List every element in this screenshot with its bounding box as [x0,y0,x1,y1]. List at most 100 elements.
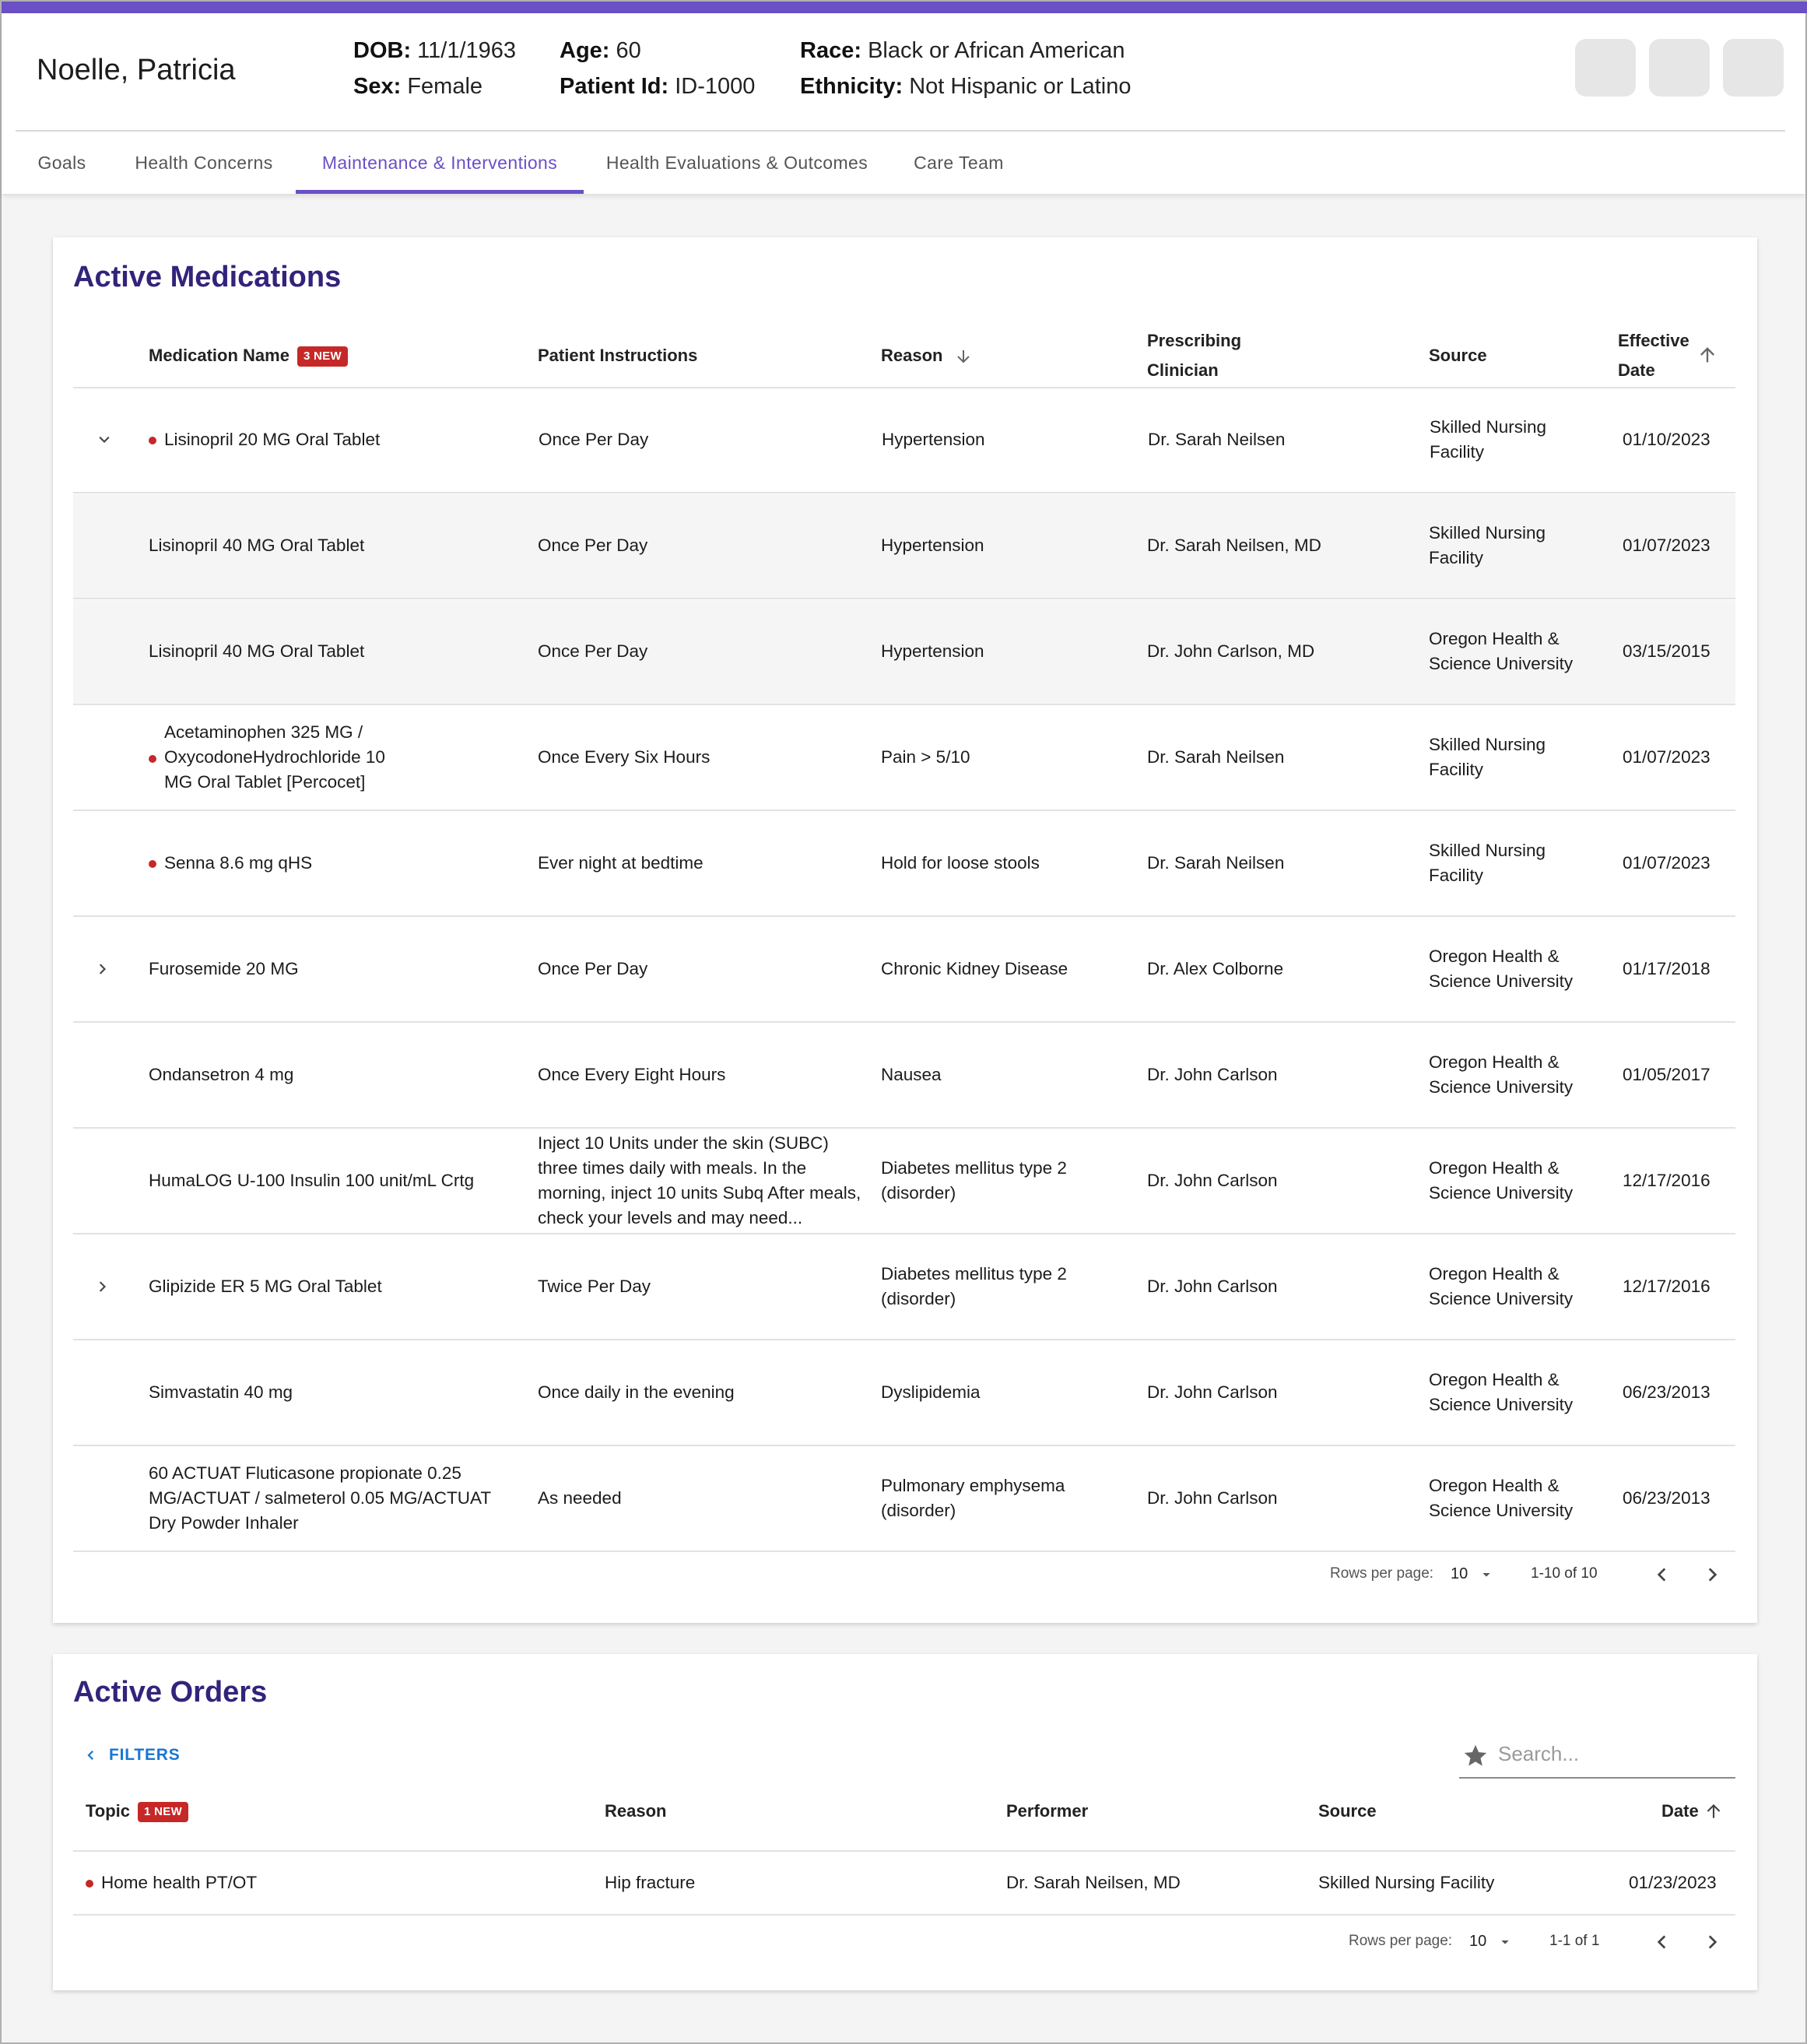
tab-health-concerns[interactable]: Health Concerns [122,132,286,194]
medication-name: Furosemide 20 MG [149,959,299,978]
patient-instructions: Once Every Eight Hours [538,1065,726,1084]
source: Oregon Health & Science University [1429,1264,1574,1308]
col-reason[interactable]: Reason [605,1796,666,1826]
patient-instructions: Once Every Six Hours [538,747,711,767]
source: Skilled Nursing Facility [1429,841,1546,885]
tab-care-team[interactable]: Care Team [904,132,1013,194]
medication-name: Lisinopril 20 MG Oral Tablet [149,427,380,452]
ethnicity-field: Ethnicity: Not Hispanic or Latino [800,74,1132,99]
pagination-range: 1-1 of 1 [1549,1933,1600,1949]
patient-header: Noelle, Patricia DOB: 11/1/1963 Sex: Fem… [2,13,1805,194]
star-icon [1464,1744,1487,1766]
top-accent-bar [2,2,1807,13]
table-row[interactable]: Lisinopril 40 MG Oral Tablet Once Per Da… [73,494,1735,599]
sort-arrow-down-icon [956,350,970,363]
table-row[interactable]: Furosemide 20 MG Once Per Day Chronic Ki… [73,918,1735,1023]
order-topic: Home health PT/OT [86,1870,257,1895]
prescribing-clinician: Dr. John Carlson [1147,1277,1278,1296]
source: Oregon Health & Science University [1429,1052,1574,1097]
reason: Hypertension [881,536,984,555]
sort-arrow-up-icon[interactable] [1703,1801,1724,1821]
source: Oregon Health & Science University [1429,1370,1574,1414]
filters-toggle[interactable]: FILTERS [84,1746,181,1765]
header-action-button-2[interactable] [1649,39,1710,97]
col-topic[interactable]: Topic 1 NEW [86,1796,189,1826]
effective-date: 01/17/2018 [1623,959,1711,978]
effective-date: 03/15/2015 [1623,641,1711,661]
rows-per-page-select[interactable]: 10 [1469,1933,1511,1951]
chevron-right-icon[interactable] [95,1279,111,1294]
prescribing-clinician: Dr. John Carlson [1147,1065,1278,1084]
reason: Diabetes mellitus type 2 (disorder) [881,1264,1067,1308]
col-source[interactable]: Source [1429,341,1487,371]
table-row[interactable]: Lisinopril 40 MG Oral Tablet Once Per Da… [73,600,1735,705]
table-row[interactable]: Senna 8.6 mg qHS Ever night at bedtime H… [73,812,1735,917]
dropdown-arrow-icon [1482,1572,1490,1577]
reason: Pulmonary emphysema (disorder) [881,1476,1065,1520]
table-row[interactable]: Lisinopril 20 MG Oral Tablet Once Per Da… [73,388,1735,493]
rows-per-page-select[interactable]: 10 [1451,1565,1493,1583]
chevron-down-icon[interactable] [96,432,112,448]
medication-name: Acetaminophen 325 MG / OxycodoneHydrochl… [164,722,385,792]
reason: Diabetes mellitus type 2 (disorder) [881,1158,1067,1203]
next-page-icon[interactable] [1702,1565,1722,1585]
active-medications-card: Active Medications Medication Name 3 NEW … [53,237,1757,1623]
source: Skilled Nursing Facility [1429,523,1546,567]
new-count-badge: 1 NEW [138,1802,189,1823]
table-row[interactable]: Glipizide ER 5 MG Oral Tablet Twice Per … [73,1235,1735,1340]
col-effective-date[interactable]: Effective Date [1618,326,1689,385]
rows-per-page-label: Rows per page: [1349,1933,1453,1949]
col-performer[interactable]: Performer [1006,1796,1088,1826]
col-date[interactable]: Date [1661,1796,1699,1826]
medication-name: Lisinopril 40 MG Oral Tablet [149,641,365,661]
table-row[interactable]: Home health PT/OT Hip fracture Dr. Sarah… [73,1852,1735,1916]
header-action-button-1[interactable] [1575,39,1636,97]
next-page-icon[interactable] [1702,1932,1722,1952]
patient-instructions: Once daily in the evening [538,1382,735,1402]
tab-bar: Goals Health Concerns Maintenance & Inte… [2,132,1805,194]
table-row[interactable]: HumaLOG U-100 Insulin 100 unit/mL Crtg I… [73,1129,1735,1234]
chevron-right-icon[interactable] [95,961,111,977]
patient-instructions: Twice Per Day [538,1277,651,1296]
patient-instructions: Ever night at bedtime [538,853,704,873]
table-row[interactable]: 60 ACTUAT Fluticasone propionate 0.25 MG… [73,1447,1735,1552]
header-action-button-3[interactable] [1723,39,1784,97]
effective-date: 12/17/2016 [1623,1277,1711,1296]
patient-instructions: Once Per Day [538,959,648,978]
previous-page-icon[interactable] [1652,1565,1672,1585]
col-reason[interactable]: Reason [881,341,973,371]
source: Skilled Nursing Facility [1430,417,1547,462]
chevron-left-icon [87,1751,94,1761]
order-reason: Hip fracture [605,1873,696,1892]
search-input[interactable] [1498,1738,1732,1769]
active-medications-title: Active Medications [73,261,342,293]
table-row[interactable]: Acetaminophen 325 MG / OxycodoneHydrochl… [73,706,1735,811]
col-source[interactable]: Source [1318,1796,1377,1826]
previous-page-icon[interactable] [1652,1932,1672,1952]
table-row[interactable]: Ondansetron 4 mg Once Every Eight Hours … [73,1024,1735,1129]
dob-field: DOB: 11/1/1963 [353,38,517,63]
new-indicator-dot [149,437,156,445]
col-prescribing-clinician[interactable]: Prescribing Clinician [1147,326,1241,385]
sort-arrow-up-icon[interactable] [1696,344,1718,366]
search-field[interactable] [1459,1732,1735,1779]
col-patient-instructions[interactable]: Patient Instructions [538,341,697,371]
tab-goals[interactable]: Goals [25,132,99,194]
effective-date: 01/05/2017 [1623,1065,1711,1084]
reason: Hold for loose stools [881,853,1040,873]
patient-instructions: Once Per Day [538,641,648,661]
active-orders-title: Active Orders [73,1676,268,1709]
effective-date: 12/17/2016 [1623,1171,1711,1190]
table-row[interactable]: Simvastatin 40 mg Once daily in the even… [73,1341,1735,1446]
prescribing-clinician: Dr. Sarah Neilsen [1147,747,1285,767]
age-field: Age: 60 [560,38,641,63]
effective-date: 01/07/2023 [1623,853,1711,873]
medication-name: Simvastatin 40 mg [149,1382,293,1402]
order-date: 01/23/2023 [1629,1873,1717,1892]
col-medication-name[interactable]: Medication Name 3 NEW [149,341,348,371]
tab-health-evaluations[interactable]: Health Evaluations & Outcomes [599,132,875,194]
prescribing-clinician: Dr. Sarah Neilsen [1148,430,1286,449]
source: Oregon Health & Science University [1429,629,1574,673]
tab-maintenance-interventions[interactable]: Maintenance & Interventions [296,132,584,194]
patient-instructions: Once Per Day [538,536,648,555]
